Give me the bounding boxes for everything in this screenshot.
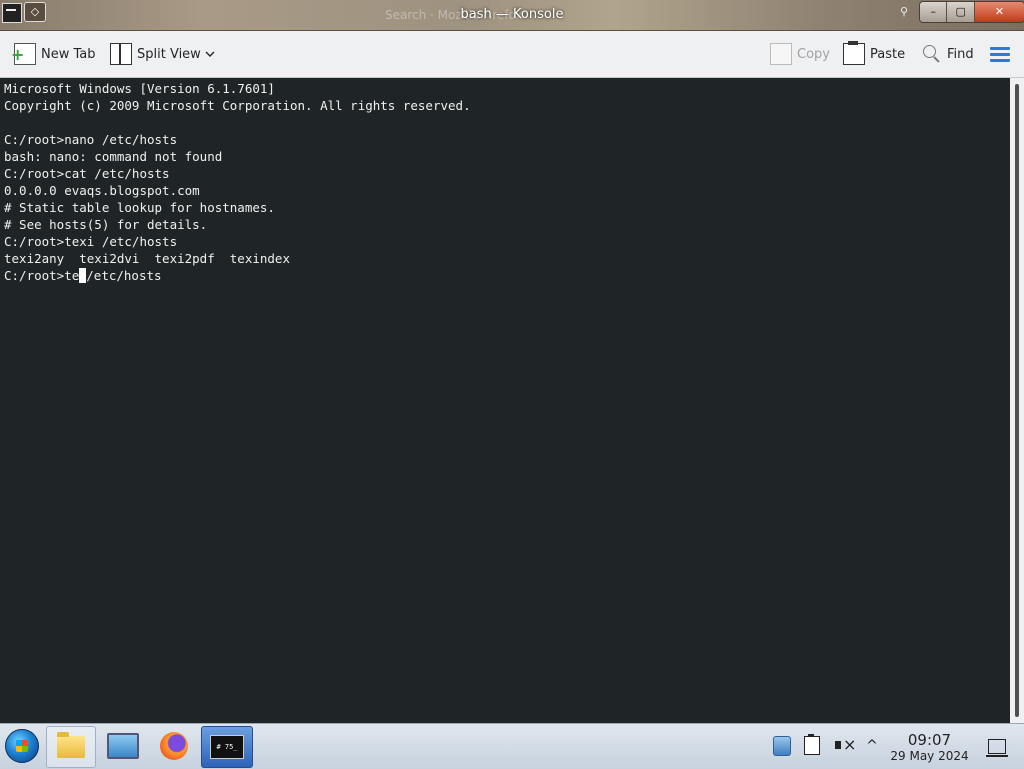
firefox-icon (160, 732, 188, 760)
show-desktop-icon (986, 739, 1008, 757)
clock[interactable]: 09:07 29 May 2024 (887, 732, 972, 764)
paste-label: Paste (870, 46, 906, 62)
copy-label: Copy (797, 46, 830, 62)
minimize-button[interactable]: – (920, 2, 948, 22)
chevron-down-icon (205, 51, 215, 57)
taskbar: # 75_ ^ 09:07 29 May 2024 (0, 723, 1024, 769)
folder-icon (57, 732, 85, 758)
split-view-icon (110, 43, 132, 65)
tray-network[interactable] (773, 736, 793, 756)
start-button[interactable] (3, 726, 41, 766)
terminal-output: Microsoft Windows [Version 6.1.7601] Cop… (0, 78, 1010, 286)
copy-button[interactable]: Copy (770, 43, 830, 65)
network-icon (773, 736, 791, 756)
computer-icon (107, 733, 139, 759)
split-view-dropdown[interactable] (204, 43, 216, 65)
tray-expand-button[interactable]: ^ (862, 736, 882, 756)
window-controls: – ▢ ✕ (919, 1, 1024, 23)
copy-icon (770, 43, 792, 65)
terminal-line: Copyright (c) 2009 Microsoft Corporation… (4, 98, 471, 113)
terminal-line: texi2any texi2dvi texi2pdf texindex (4, 251, 290, 266)
konsole-toolbar: New Tab Split View Copy Paste Find (0, 31, 1024, 78)
split-view-button[interactable]: Split View (110, 43, 201, 65)
show-desktop-button[interactable] (986, 736, 1008, 757)
terminal-scrollbar[interactable] (1010, 78, 1024, 723)
chevron-up-icon: ^ (866, 738, 878, 754)
hamburger-menu-button[interactable] (990, 44, 1012, 66)
terminal-line: # See hosts(5) for details. (4, 217, 208, 232)
window-title: bash — Konsole (460, 7, 564, 22)
find-button[interactable]: Find (922, 43, 974, 65)
start-orb-icon (5, 729, 39, 763)
close-button[interactable]: ✕ (974, 2, 1024, 22)
terminal-line: 0.0.0.0 evaqs.blogspot.com (4, 183, 200, 198)
paste-icon (843, 41, 865, 65)
tray-volume[interactable] (834, 735, 856, 756)
keep-above-icon[interactable]: ⚲ (897, 5, 911, 19)
terminal-icon: # 75_ (210, 735, 244, 759)
prompt-text: C:/root>te (4, 268, 80, 283)
search-icon (922, 44, 942, 64)
prompt-remainder: /etc/hosts (86, 268, 162, 283)
volume-muted-icon (834, 735, 856, 754)
taskbar-konsole[interactable]: # 75_ (201, 726, 253, 768)
terminal-line: C:/root>nano /etc/hosts (4, 132, 178, 147)
split-view-label: Split View (137, 46, 201, 62)
taskbar-file-manager[interactable] (46, 726, 96, 768)
terminal-line: bash: nano: command not found (4, 149, 223, 164)
taskbar-firefox[interactable] (152, 726, 196, 766)
find-label: Find (947, 46, 974, 62)
maximize-button[interactable]: ▢ (947, 2, 975, 22)
paste-button[interactable]: Paste (843, 41, 906, 65)
scrollbar-track[interactable] (1015, 84, 1019, 717)
taskbar-computer[interactable] (99, 726, 147, 766)
terminal-line: C:/root>texi /etc/hosts (4, 234, 178, 249)
command-prompt-line[interactable]: C:/root>te/etc/hosts (4, 268, 162, 283)
clipboard-icon (804, 734, 820, 755)
clock-date: 29 May 2024 (890, 749, 969, 763)
terminal-line: C:/root>cat /etc/hosts (4, 166, 170, 181)
new-tab-label: New Tab (41, 46, 96, 62)
terminal-line: Microsoft Windows [Version 6.1.7601] (4, 81, 275, 96)
new-tab-icon (11, 43, 36, 65)
clock-time: 09:07 (907, 731, 952, 749)
title-bar: ◇ Search · Mozilla Firefox bash — Konsol… (0, 0, 1024, 31)
terminal-line: # Static table lookup for hostnames. (4, 200, 275, 215)
hamburger-menu-icon (990, 47, 1010, 63)
terminal-area[interactable]: Microsoft Windows [Version 6.1.7601] Cop… (0, 78, 1010, 723)
new-tab-button[interactable]: New Tab (11, 43, 96, 65)
tray-clipboard[interactable] (804, 734, 824, 756)
